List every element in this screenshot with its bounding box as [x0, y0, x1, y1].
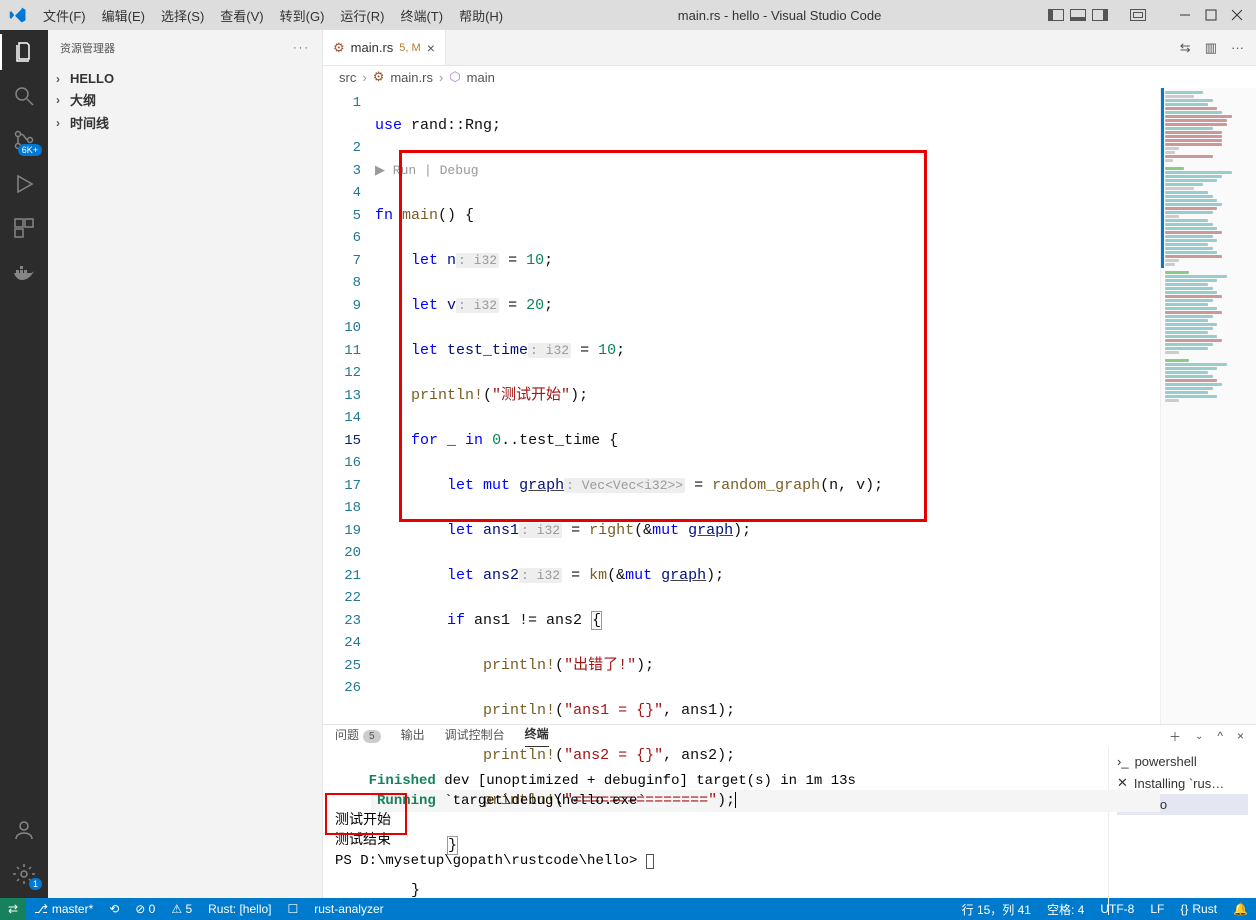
status-language[interactable]: {}Rust — [1172, 902, 1225, 916]
chevron-right-icon: › — [362, 70, 366, 85]
window-controls — [1176, 6, 1256, 24]
menu-goto[interactable]: 转到(G) — [272, 6, 333, 25]
status-warnings[interactable]: ⚠ 5 — [163, 902, 200, 916]
close-panel-icon[interactable]: × — [1237, 729, 1244, 743]
tab-filename: main.rs — [351, 40, 394, 55]
breadcrumb-src[interactable]: src — [339, 70, 356, 85]
toggle-secondary-sidebar-icon[interactable] — [1092, 9, 1108, 21]
remote-indicator[interactable]: ⇄ — [0, 898, 26, 920]
editor-tabs: ⚙ main.rs 5, M × ⇆ ▥ ··· — [323, 30, 1256, 66]
editor-area: ⚙ main.rs 5, M × ⇆ ▥ ··· src › ⚙ main.rs… — [323, 30, 1256, 898]
rust-file-icon: ⚙ — [373, 69, 385, 85]
extensions-icon[interactable] — [10, 214, 38, 242]
explorer-icon[interactable] — [10, 38, 38, 66]
window-title: main.rs - hello - Visual Studio Code — [511, 8, 1048, 23]
tab-modified-indicator: 5, M — [399, 42, 420, 54]
run-debug-icon[interactable] — [10, 170, 38, 198]
split-editor-icon[interactable]: ▥ — [1205, 40, 1217, 56]
customize-layout-icon[interactable] — [1130, 9, 1146, 21]
status-errors[interactable]: ⊘ 0 — [127, 902, 163, 916]
sidebar-outline[interactable]: ›大纲 — [48, 88, 322, 111]
menu-view[interactable]: 查看(V) — [212, 6, 271, 25]
close-icon[interactable] — [1228, 6, 1246, 24]
status-rust-project[interactable]: Rust: [hello] — [200, 902, 279, 916]
menu-select[interactable]: 选择(S) — [153, 6, 212, 25]
compare-changes-icon[interactable]: ⇆ — [1180, 40, 1191, 56]
menu-help[interactable]: 帮助(H) — [451, 6, 511, 25]
account-icon[interactable] — [10, 816, 38, 844]
breadcrumbs[interactable]: src › ⚙ main.rs › ⬡ main — [323, 66, 1256, 88]
sidebar-timeline[interactable]: ›时间线 — [48, 111, 322, 134]
terminal-dropdown-icon[interactable]: ⌄ — [1195, 731, 1203, 742]
breadcrumb-file[interactable]: main.rs — [390, 70, 433, 85]
status-checkbox[interactable]: ☐ — [280, 902, 307, 916]
title-bar: 文件(F) 编辑(E) 选择(S) 查看(V) 转到(G) 运行(R) 终端(T… — [0, 0, 1256, 30]
editor-more-icon[interactable]: ··· — [1231, 40, 1244, 55]
settings-gear-icon[interactable]: 1 — [10, 860, 38, 888]
status-branch[interactable]: ⎇master* — [26, 902, 101, 916]
sidebar-more-icon[interactable]: ··· — [293, 42, 310, 54]
status-notifications-icon[interactable]: 🔔 — [1225, 902, 1256, 916]
menu-terminal[interactable]: 终端(T) — [392, 6, 451, 25]
breadcrumb-symbol[interactable]: main — [467, 70, 495, 85]
settings-badge: 1 — [29, 878, 42, 890]
codelens-run-debug[interactable]: ▶ Run | Debug — [371, 160, 1160, 183]
rust-file-icon: ⚙ — [333, 40, 345, 56]
minimize-icon[interactable] — [1176, 6, 1194, 24]
source-control-icon[interactable]: 6K+ — [10, 126, 38, 154]
menu-edit[interactable]: 编辑(E) — [94, 6, 153, 25]
line-number-gutter: 1 x 2 3 4 5 6 7 8 9 10 11 12 13 14 15 16… — [323, 88, 371, 724]
activity-bar: 6K+ 1 — [0, 30, 48, 898]
terminal-cursor — [646, 854, 654, 869]
sidebar-title: 资源管理器 — [60, 40, 115, 56]
maximize-panel-icon[interactable]: ^ — [1217, 729, 1223, 743]
chevron-right-icon: › — [439, 70, 443, 85]
toggle-panel-icon[interactable] — [1070, 9, 1086, 21]
vscode-icon — [0, 6, 35, 24]
menu-bar: 文件(F) 编辑(E) 选择(S) 查看(V) 转到(G) 运行(R) 终端(T… — [35, 6, 511, 25]
code-editor[interactable]: use rand::Rng; ▶ Run | Debug fn main() {… — [371, 88, 1160, 724]
symbol-function-icon: ⬡ — [449, 69, 460, 85]
terminal-output[interactable]: Finished dev [unoptimized + debuginfo] t… — [323, 747, 1108, 915]
new-terminal-icon[interactable]: ＋ — [1169, 728, 1181, 745]
menu-file[interactable]: 文件(F) — [35, 6, 94, 25]
docker-icon[interactable] — [10, 258, 38, 286]
toggle-primary-sidebar-icon[interactable] — [1048, 9, 1064, 21]
layout-controls — [1048, 9, 1146, 21]
explorer-sidebar: 资源管理器 ··· ›HELLO ›大纲 ›时间线 — [48, 30, 323, 898]
search-icon[interactable] — [10, 82, 38, 110]
sidebar-folder-hello[interactable]: ›HELLO — [48, 69, 322, 88]
minimap[interactable] — [1160, 88, 1256, 724]
status-sync[interactable]: ⟲ — [101, 902, 127, 916]
scm-badge: 6K+ — [18, 144, 42, 156]
menu-run[interactable]: 运行(R) — [332, 6, 392, 25]
tab-close-icon[interactable]: × — [427, 40, 435, 56]
tab-main-rs[interactable]: ⚙ main.rs 5, M × — [323, 30, 446, 65]
maximize-icon[interactable] — [1202, 6, 1220, 24]
